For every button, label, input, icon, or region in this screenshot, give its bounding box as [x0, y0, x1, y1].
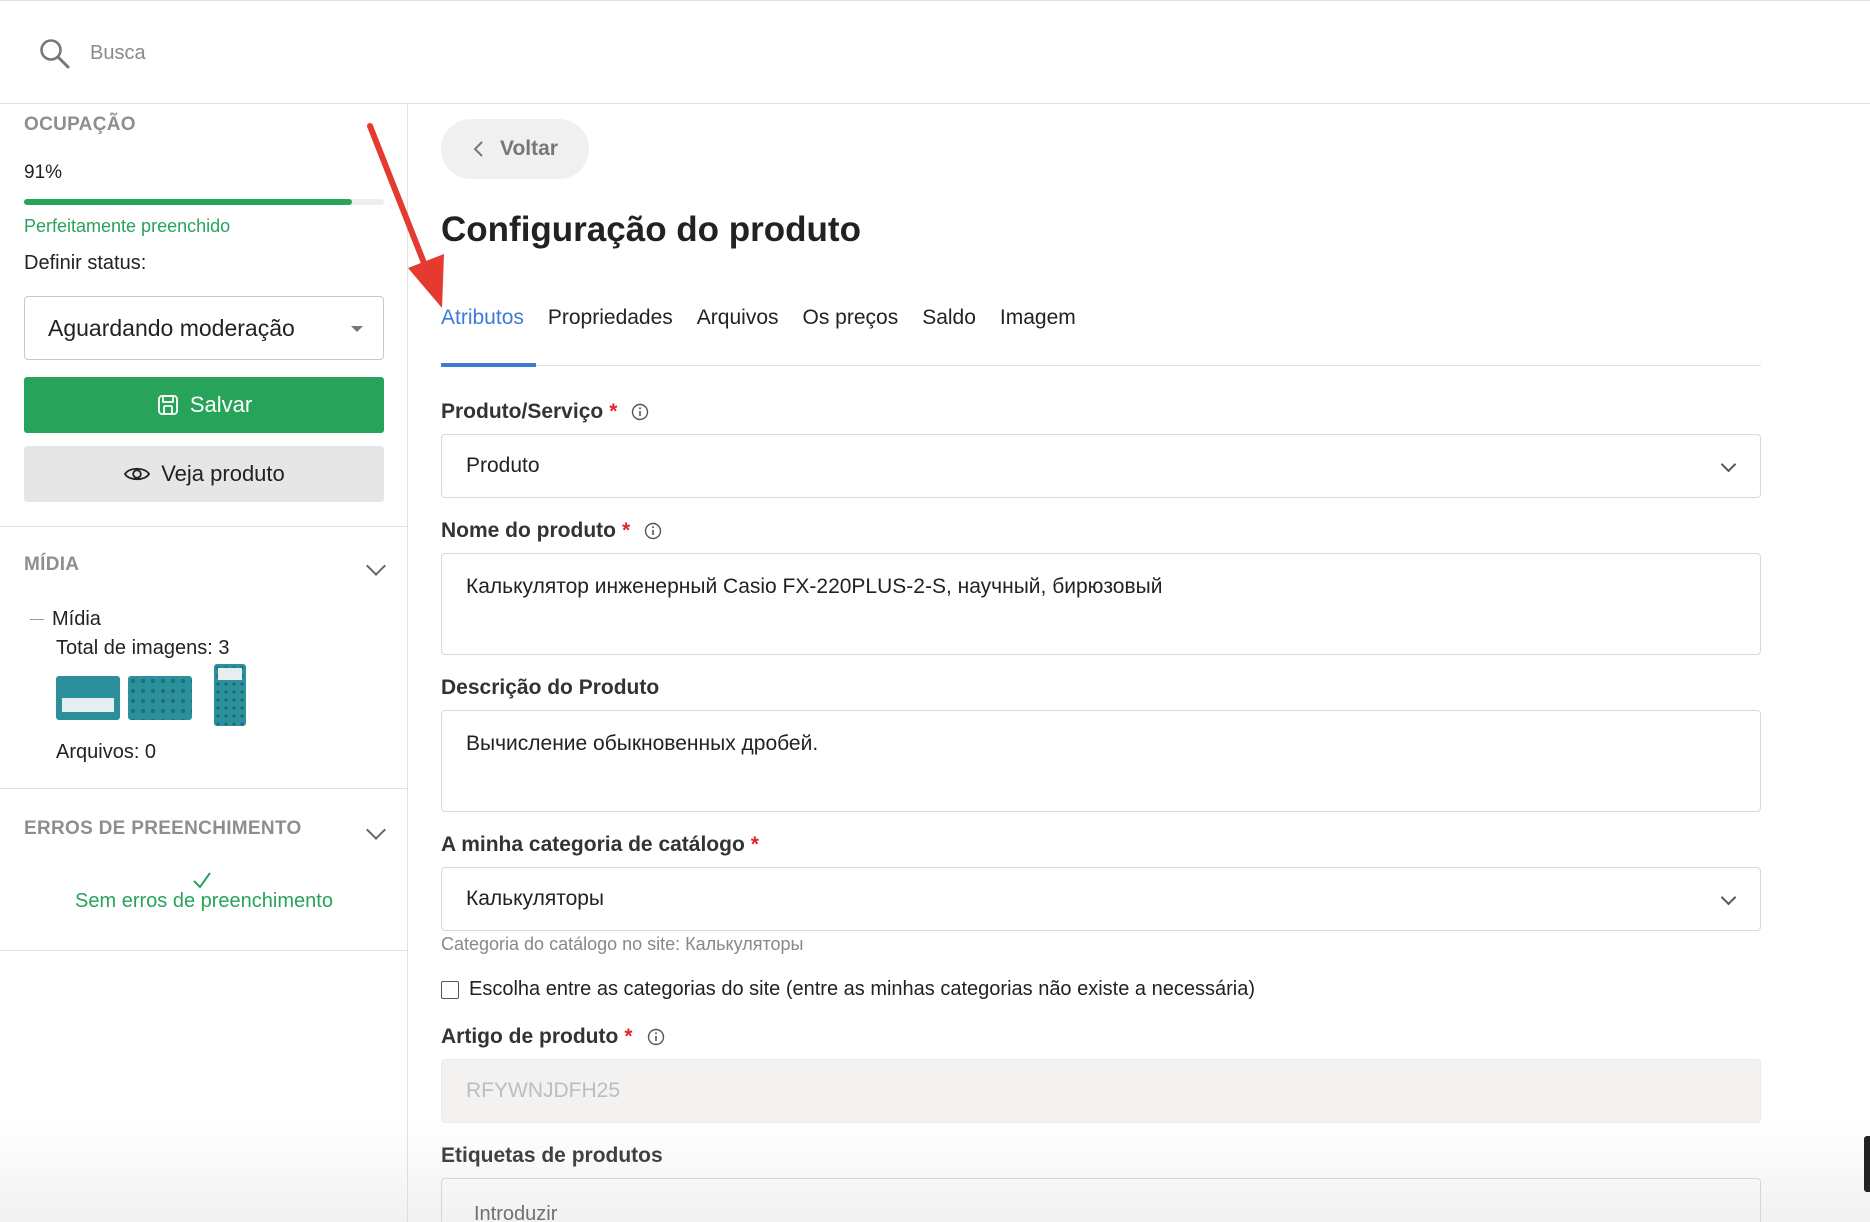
errors-section-title: ERROS DE PREENCHIMENTO — [24, 818, 302, 839]
back-button[interactable]: Voltar — [441, 119, 589, 179]
tab-propriedades[interactable]: Propriedades — [536, 302, 685, 366]
chevron-down-icon — [1720, 889, 1737, 906]
divider — [0, 788, 408, 789]
media-tree-item[interactable]: Mídia — [30, 608, 101, 631]
field-label-product-type: Produto/Serviço * — [441, 400, 649, 424]
media-files-count: Arquivos: 0 — [56, 741, 157, 763]
media-section-title: MÍDIA — [24, 554, 80, 575]
tab-arquivos[interactable]: Arquivos — [685, 302, 791, 366]
site-category-checkbox[interactable] — [441, 980, 459, 999]
field-label-description: Descrição do Produto — [441, 676, 659, 700]
product-name-label: Nome do produto — [441, 519, 616, 542]
divider — [0, 950, 408, 951]
required-mark: * — [624, 1025, 633, 1048]
media-total-images: Total de imagens: 3 — [56, 637, 230, 659]
eye-icon — [124, 467, 151, 481]
product-type-select[interactable]: Produto — [441, 434, 1761, 498]
occupancy-status: Perfeitamente preenchido — [24, 216, 231, 236]
occupancy-title: OCUPAÇÃO — [24, 114, 136, 135]
chevron-down-icon[interactable] — [366, 820, 386, 840]
main-content: Voltar Configuração do produto Atributos… — [409, 104, 1870, 1222]
field-label-product-name: Nome do produto * — [441, 519, 662, 543]
view-product-button[interactable]: Veja produto — [24, 446, 384, 502]
tree-line — [30, 619, 44, 620]
divider — [0, 526, 408, 527]
required-mark: * — [750, 833, 759, 856]
media-tree-label: Mídia — [52, 608, 101, 630]
product-type-label: Produto/Serviço — [441, 400, 604, 423]
category-label: A minha categoria de catálogo — [441, 833, 745, 856]
category-value: Калькуляторы — [466, 887, 605, 910]
top-bar — [0, 0, 1870, 104]
tags-input[interactable] — [474, 1203, 1074, 1222]
tags-label: Etiquetas de produtos — [441, 1144, 663, 1167]
article-label: Artigo de produto — [441, 1025, 619, 1048]
status-select-value: Aguardando moderação — [48, 314, 295, 341]
sidebar: OCUPAÇÃO 91% Perfeitamente preenchido De… — [0, 104, 408, 1222]
occupancy-progress-fill — [24, 199, 352, 205]
required-mark: * — [609, 400, 618, 423]
required-mark: * — [621, 519, 631, 542]
product-type-value: Produto — [466, 454, 540, 477]
description-label: Descrição do Produto — [441, 676, 660, 699]
product-name-field[interactable]: Калькулятор инженерный Casio FX-220PLUS-… — [441, 553, 1761, 655]
scroll-handle[interactable] — [1864, 1136, 1870, 1192]
caret-down-icon — [351, 326, 363, 332]
search-icon — [40, 39, 70, 69]
image-thumbnail[interactable] — [56, 676, 120, 720]
info-icon[interactable] — [631, 403, 649, 421]
chevron-down-icon[interactable] — [366, 556, 386, 576]
annotation-arrow-icon — [367, 123, 444, 308]
tab-bar: Atributos Propriedades Arquivos Os preço… — [441, 302, 1761, 367]
description-field[interactable]: Вычисление обыкновенных дробей. — [441, 710, 1761, 812]
occupancy-percent: 91% — [24, 162, 63, 183]
save-button-label: Salvar — [189, 392, 253, 417]
info-icon[interactable] — [644, 522, 662, 540]
info-icon[interactable] — [647, 1028, 665, 1046]
checkmark-icon — [193, 872, 211, 889]
category-hint: Categoria do catálogo no site: Калькулят… — [441, 934, 804, 954]
no-errors-status: Sem erros de preenchimento — [75, 890, 333, 912]
category-select[interactable]: Калькуляторы — [441, 867, 1761, 931]
save-button[interactable]: Salvar — [24, 377, 384, 433]
article-field: RFYWNJDFH25 — [441, 1059, 1761, 1123]
field-label-article: Artigo de produto * — [441, 1025, 665, 1049]
page-title: Configuração do produto — [441, 210, 861, 249]
site-category-option: Escolha entre as categorias do site (ent… — [441, 978, 1255, 1001]
floppy-disk-icon — [157, 395, 178, 415]
media-thumbnails — [56, 664, 246, 726]
field-label-tags: Etiquetas de produtos — [441, 1144, 663, 1168]
back-button-label: Voltar — [500, 137, 558, 160]
tab-precos[interactable]: Os preços — [791, 302, 911, 366]
occupancy-progress-bar — [24, 199, 384, 205]
tab-saldo[interactable]: Saldo — [910, 302, 988, 366]
tab-imagem[interactable]: Imagem — [988, 302, 1088, 366]
view-product-label: Veja produto — [161, 461, 285, 486]
define-status-label: Definir status: — [24, 252, 147, 274]
image-thumbnail[interactable] — [214, 664, 246, 726]
site-category-checkbox-label: Escolha entre as categorias do site (ent… — [469, 978, 1255, 1000]
status-select[interactable]: Aguardando moderação — [24, 296, 384, 360]
chevron-left-icon — [473, 141, 483, 157]
tags-field[interactable] — [441, 1178, 1761, 1222]
field-label-category: A minha categoria de catálogo * — [441, 833, 759, 857]
image-thumbnail[interactable] — [128, 676, 192, 720]
search-input[interactable] — [90, 35, 490, 71]
chevron-down-icon — [1720, 456, 1737, 473]
